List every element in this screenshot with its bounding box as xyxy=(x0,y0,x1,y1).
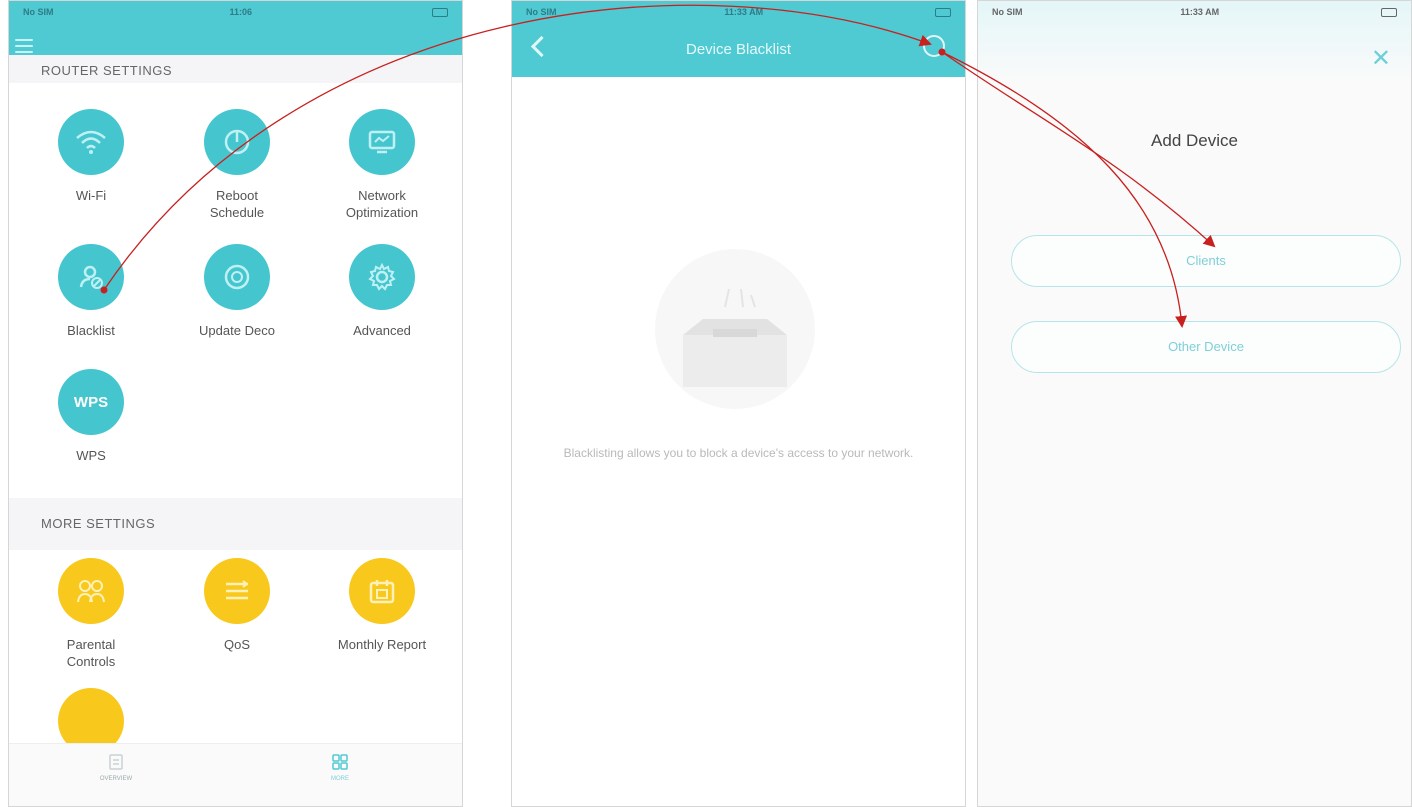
arrow-add-to-clients xyxy=(941,51,1216,248)
arrow-blacklist-to-add xyxy=(103,4,932,291)
flow-arrows xyxy=(100,4,1216,328)
